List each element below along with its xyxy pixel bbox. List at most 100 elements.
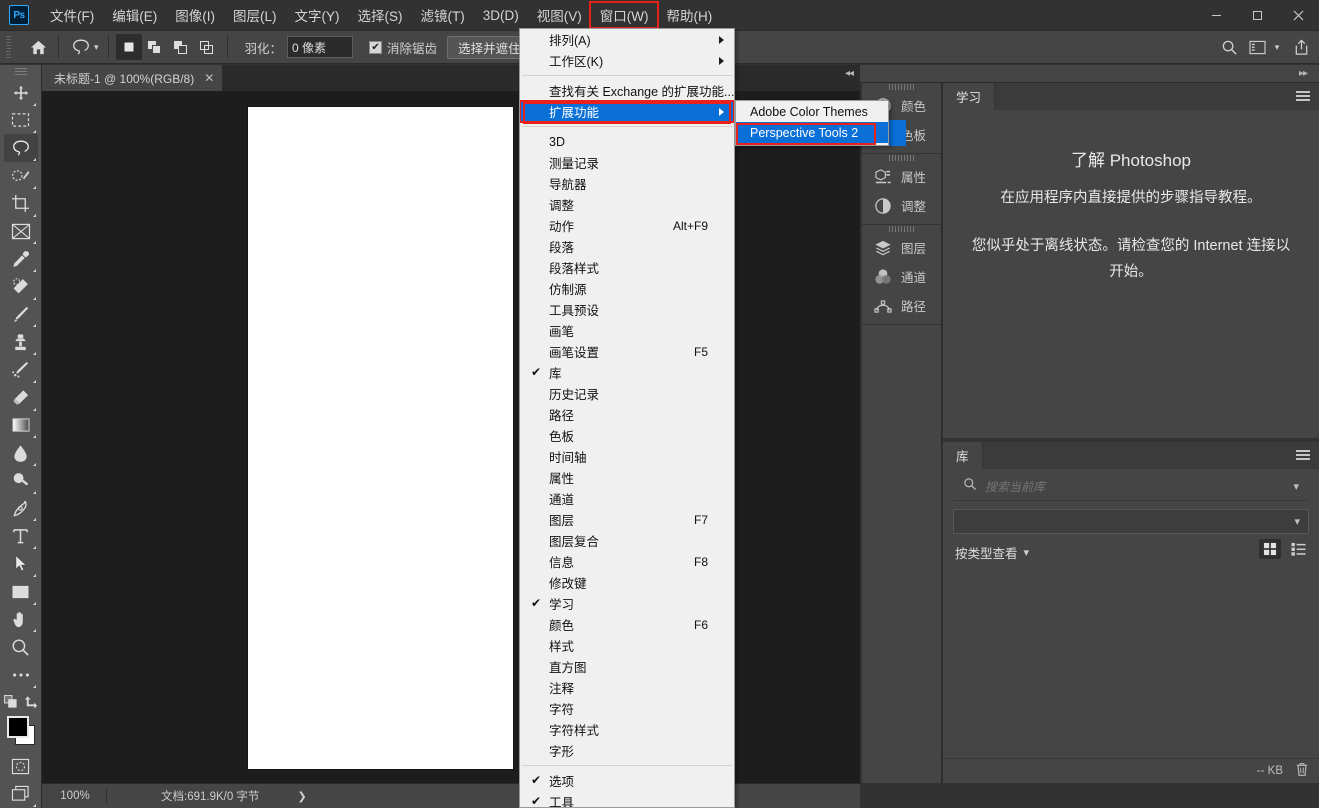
lasso-tool[interactable] [3, 134, 38, 163]
chevron-down-icon[interactable]: ▾ [1293, 480, 1299, 493]
extensions-submenu[interactable]: Adobe Color Themes Perspective Tools 2 [735, 100, 889, 146]
document-tab[interactable]: 未标题-1 @ 100%(RGB/8) ✕ [42, 65, 224, 91]
path-selection-tool[interactable] [4, 550, 38, 578]
object-selection-tool[interactable] [4, 162, 38, 190]
menu-item-10[interactable]: 动作 Alt+F9 [520, 215, 734, 236]
new-selection-button[interactable] [115, 34, 142, 60]
rail-item-channels[interactable]: 通道 [862, 262, 941, 291]
minimize-button[interactable] [1196, 0, 1237, 30]
rail-grip[interactable] [862, 83, 941, 91]
menu-item-19[interactable]: 路径 [520, 404, 734, 425]
intersect-selection-button[interactable] [194, 34, 220, 60]
rectangle-tool[interactable] [4, 578, 38, 606]
crop-tool[interactable] [4, 190, 38, 218]
close-icon[interactable]: ✕ [204, 71, 214, 85]
zoom-level[interactable]: 100% [42, 790, 100, 802]
dodge-tool[interactable] [4, 467, 38, 495]
foreground-color-swatch[interactable] [6, 715, 29, 738]
trash-icon[interactable] [1295, 762, 1309, 780]
rail-item-layers[interactable]: 图层 [862, 233, 941, 262]
submenu-item-0[interactable]: Adobe Color Themes [736, 101, 888, 122]
menu-item-8[interactable]: 导航器 [520, 173, 734, 194]
type-tool[interactable] [4, 522, 38, 550]
chevron-down-icon[interactable]: ▾ [1024, 546, 1030, 559]
search-input[interactable] [985, 479, 1294, 494]
menu-item-37[interactable]: ✔ 选项 [520, 770, 734, 791]
menu-item-27[interactable]: 修改键 [520, 572, 734, 593]
menu-item-15[interactable]: 画笔 [520, 320, 734, 341]
menu-item-26[interactable]: 信息 F8 [520, 551, 734, 572]
subtract-from-selection-button[interactable] [168, 34, 194, 60]
workspace-icon[interactable] [1243, 34, 1271, 60]
share-icon[interactable] [1287, 34, 1315, 60]
blur-tool[interactable] [4, 439, 38, 467]
menu-item-29[interactable]: 颜色 F6 [520, 614, 734, 635]
menu-item-33[interactable]: 字符 [520, 698, 734, 719]
add-to-selection-button[interactable] [142, 34, 168, 60]
menu-8[interactable]: 视图(V) [528, 3, 591, 27]
chevron-down-icon[interactable]: ▾ [94, 42, 99, 53]
menu-4[interactable]: 文字(Y) [286, 3, 349, 27]
close-button[interactable] [1278, 0, 1319, 30]
menu-item-32[interactable]: 注释 [520, 677, 734, 698]
collapse-dock-left-icon[interactable]: ◂◂ [845, 68, 854, 79]
maximize-button[interactable] [1237, 0, 1278, 30]
menu-item-22[interactable]: 属性 [520, 467, 734, 488]
list-view-button[interactable] [1287, 539, 1309, 559]
menu-item-30[interactable]: 样式 [520, 635, 734, 656]
menu-item-21[interactable]: 时间轴 [520, 446, 734, 467]
canvas[interactable] [248, 107, 513, 769]
search-icon[interactable] [1215, 34, 1243, 60]
swap-colors-icon[interactable] [24, 695, 38, 709]
menu-item-34[interactable]: 字符样式 [520, 719, 734, 740]
menu-item-7[interactable]: 测量记录 [520, 152, 734, 173]
submenu-item-1[interactable]: Perspective Tools 2 [736, 122, 888, 143]
brush-tool[interactable] [4, 301, 38, 329]
grid-view-button[interactable] [1259, 539, 1281, 559]
menu-5[interactable]: 选择(S) [349, 3, 412, 27]
rail-item-adjustments[interactable]: 调整 [862, 191, 941, 220]
rail-grip[interactable] [862, 154, 941, 162]
menu-item-31[interactable]: 直方图 [520, 656, 734, 677]
edit-toolbar-button[interactable] [4, 661, 38, 689]
spot-healing-brush-tool[interactable] [4, 273, 38, 301]
rail-item-paths[interactable]: 路径 [862, 291, 941, 320]
status-expand-icon[interactable]: ❯ [297, 790, 306, 803]
menu-7[interactable]: 3D(D) [474, 3, 528, 27]
collapse-dock-right-icon[interactable]: ▸▸ [1299, 68, 1308, 79]
eyedropper-tool[interactable] [4, 245, 38, 273]
canvas-viewport[interactable] [42, 91, 860, 783]
menu-10[interactable]: 帮助(H) [657, 3, 721, 27]
menu-item-18[interactable]: 历史记录 [520, 383, 734, 404]
menu-item-35[interactable]: 字形 [520, 740, 734, 761]
home-icon[interactable] [25, 34, 51, 60]
quick-mask-button[interactable] [4, 752, 38, 780]
library-select[interactable]: ▾ [953, 509, 1309, 534]
clone-stamp-tool[interactable] [4, 328, 38, 356]
menu-item-16[interactable]: 画笔设置 F5 [520, 341, 734, 362]
antialias-checkbox[interactable]: ✔ 消除锯齿 [369, 38, 437, 57]
menu-item-20[interactable]: 色板 [520, 425, 734, 446]
menu-3[interactable]: 图层(L) [224, 3, 286, 27]
menu-2[interactable]: 图像(I) [166, 3, 224, 27]
lasso-tool-icon[interactable] [66, 34, 96, 60]
menu-item-14[interactable]: 工具预设 [520, 299, 734, 320]
view-by-type-label[interactable]: 按类型查看 [955, 543, 1018, 562]
toolbar-grip[interactable] [14, 68, 27, 77]
default-colors-icon[interactable] [3, 694, 18, 709]
rectangular-marquee-tool[interactable] [4, 107, 38, 135]
panel-menu-icon[interactable] [1296, 450, 1310, 461]
frame-tool[interactable] [4, 218, 38, 246]
menu-item-13[interactable]: 仿制源 [520, 278, 734, 299]
menu-item-28[interactable]: ✔ 学习 [520, 593, 734, 614]
menu-item-9[interactable]: 调整 [520, 194, 734, 215]
menu-item-12[interactable]: 段落样式 [520, 257, 734, 278]
tab-learn[interactable]: 学习 [943, 83, 996, 110]
gradient-tool[interactable] [4, 412, 38, 440]
menu-item-1[interactable]: 工作区(K) [520, 50, 734, 71]
menu-item-6[interactable]: 3D [520, 131, 734, 152]
window-menu-dropdown[interactable]: 排列(A) 工作区(K) 查找有关 Exchange 的扩展功能... 扩展功能 3D 测… [519, 28, 735, 808]
menu-1[interactable]: 编辑(E) [103, 3, 166, 27]
menu-item-38[interactable]: ✔ 工具 [520, 791, 734, 807]
tab-library[interactable]: 库 [943, 442, 983, 469]
